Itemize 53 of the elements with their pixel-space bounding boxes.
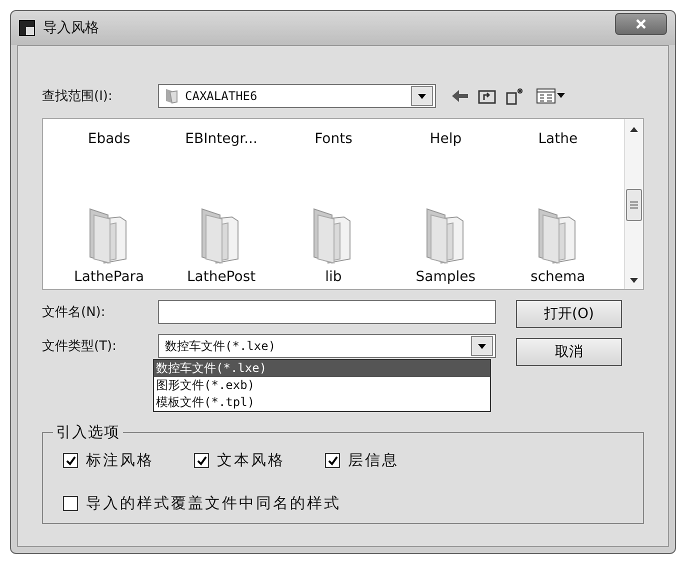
checkbox-option[interactable]: 导入的样式覆盖文件中同名的样式 [63, 494, 583, 513]
back-arrow-icon[interactable] [452, 90, 468, 102]
file-type-label: 文件类型(T): [42, 338, 118, 355]
checkbox-option[interactable]: 文本风格 [194, 451, 285, 470]
folder-item[interactable]: EBIntegr... [165, 119, 278, 147]
checkbox-label: 层信息 [348, 451, 399, 470]
checkbox[interactable] [63, 496, 78, 511]
folder-item[interactable]: Fonts [277, 119, 390, 147]
folder-item[interactable]: lib [277, 147, 390, 285]
look-in-dropdown[interactable]: CAXALATHE6 [158, 84, 436, 108]
file-type-option[interactable]: 模板文件(*.tpl) [154, 394, 490, 411]
check-icon [196, 456, 206, 466]
scrollbar[interactable] [624, 119, 643, 289]
folder-icon [165, 88, 179, 104]
checkbox-label: 导入的样式覆盖文件中同名的样式 [86, 494, 341, 513]
view-menu-icon[interactable] [536, 88, 566, 104]
checkbox[interactable] [194, 453, 209, 468]
folder-item[interactable]: LathePara [53, 147, 166, 285]
look-in-label: 查找范围(I): [42, 88, 114, 105]
folder-item[interactable]: Lathe [502, 119, 614, 147]
dialog-button[interactable]: 取消 [516, 338, 622, 366]
checkbox-option[interactable]: 层信息 [325, 451, 399, 470]
folder-item[interactable]: Samples [390, 147, 502, 285]
scroll-thumb[interactable] [626, 189, 642, 221]
close-button[interactable] [615, 13, 667, 35]
check-icon [328, 456, 338, 466]
scroll-down-icon[interactable] [630, 278, 638, 283]
checkbox[interactable] [63, 453, 78, 468]
checkbox-option[interactable]: 标注风格 [63, 451, 154, 470]
grip-icon [630, 201, 638, 209]
caret-icon [478, 344, 486, 348]
folder-item[interactable]: Help [390, 119, 502, 147]
new-folder-icon[interactable] [506, 87, 526, 105]
up-folder-icon[interactable] [478, 88, 496, 104]
file-name-field[interactable] [158, 300, 496, 324]
caret-icon [418, 94, 426, 98]
file-type-dropdown[interactable]: 数控车文件(*.lxe) [158, 334, 496, 358]
checkbox-label: 标注风格 [86, 451, 154, 470]
window-title: 导入风格 [43, 19, 100, 37]
checkbox-label: 文本风格 [217, 451, 285, 470]
close-icon [636, 19, 646, 29]
file-type-option[interactable]: 图形文件(*.exb) [154, 377, 490, 394]
file-name-label: 文件名(N): [42, 304, 106, 321]
file-type-option[interactable]: 数控车文件(*.lxe) [154, 360, 490, 377]
scroll-up-icon[interactable] [630, 127, 638, 132]
dialog-button[interactable]: 打开(O) [516, 300, 622, 328]
checkbox[interactable] [325, 453, 340, 468]
check-icon [66, 456, 76, 466]
folder-item[interactable]: Ebads [53, 119, 166, 147]
app-icon [19, 20, 35, 36]
group-title: 引入选项 [53, 423, 123, 442]
folder-item[interactable]: schema [502, 147, 614, 285]
folder-item[interactable]: LathePost [165, 147, 278, 285]
